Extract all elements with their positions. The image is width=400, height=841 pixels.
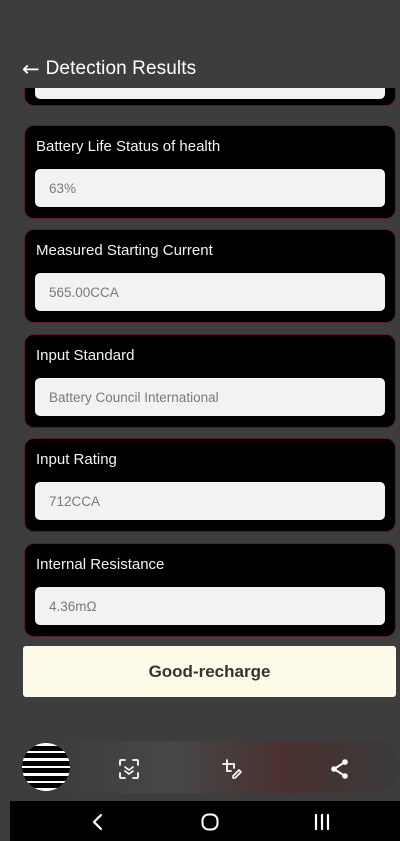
partial-field <box>35 88 385 99</box>
card-label: Input Standard <box>36 347 135 364</box>
input-rating-field[interactable]: 712CCA <box>35 482 385 520</box>
card-label: Battery Life Status of health <box>36 138 221 155</box>
card-input-standard: Input Standard Battery Council Internati… <box>24 334 396 428</box>
scan-icon[interactable] <box>115 755 143 783</box>
back-nav-icon[interactable] <box>86 810 110 834</box>
home-nav-icon[interactable] <box>198 810 222 834</box>
menu-icon[interactable] <box>22 743 70 791</box>
card-state-of-health: Battery Life Status of health 63% <box>24 125 396 219</box>
card-input-rating: Input Rating 712CCA <box>24 438 396 532</box>
partial-card <box>24 88 396 106</box>
card-label: Input Rating <box>36 451 117 468</box>
card-label: Measured Starting Current <box>36 242 213 259</box>
state-of-health-field[interactable]: 63% <box>35 169 385 207</box>
share-icon[interactable] <box>326 755 354 783</box>
app-header: ← Detection Results <box>0 50 400 88</box>
internal-resistance-field[interactable]: 4.36mΩ <box>35 587 385 625</box>
status-bar <box>0 0 400 50</box>
results-list[interactable]: Battery Life Status of health 63% Measur… <box>0 88 400 728</box>
arrow-left-icon[interactable]: ← <box>22 58 40 80</box>
input-standard-field[interactable]: Battery Council International <box>35 378 385 416</box>
recents-nav-icon[interactable] <box>310 810 334 834</box>
card-starting-current: Measured Starting Current 565.00CCA <box>24 229 396 323</box>
result-button[interactable]: Good-recharge <box>23 646 396 697</box>
starting-current-field[interactable]: 565.00CCA <box>35 273 385 311</box>
card-internal-resistance: Internal Resistance 4.36mΩ <box>24 543 396 637</box>
page-title: Detection Results <box>45 58 197 79</box>
edit-capture-icon[interactable] <box>218 755 246 783</box>
card-label: Internal Resistance <box>36 556 165 573</box>
